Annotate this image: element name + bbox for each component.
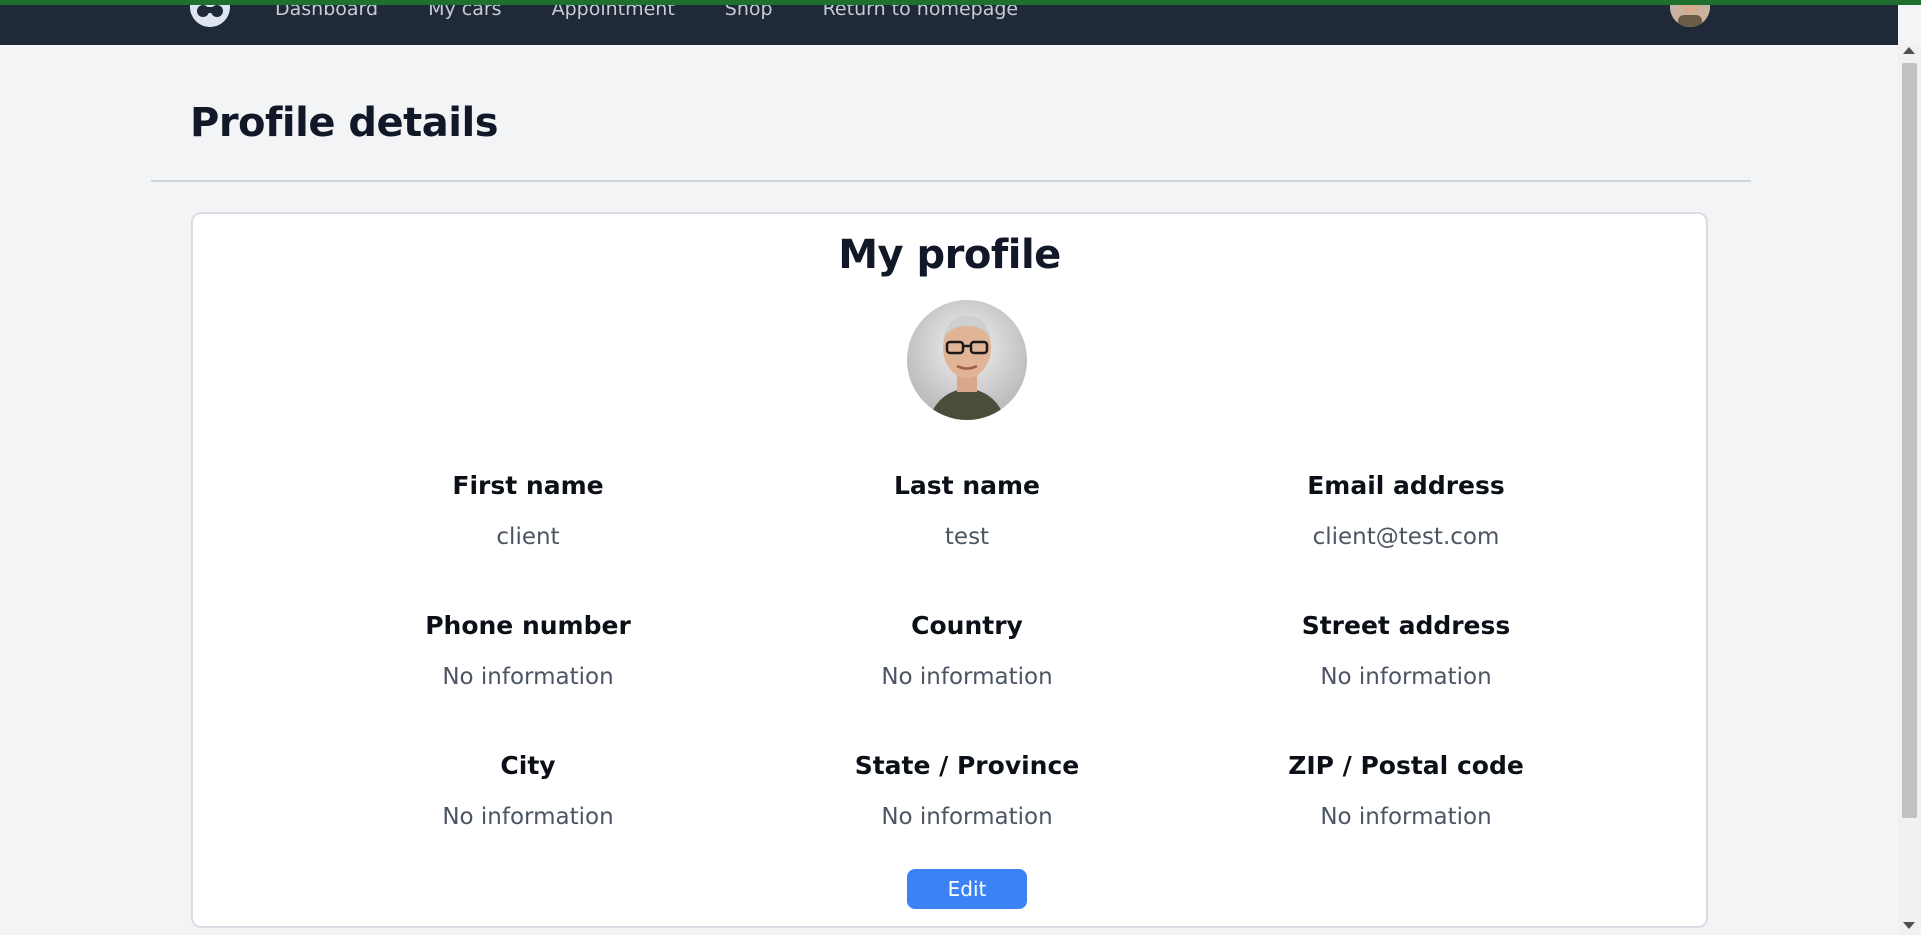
field-state-province: State / Province No information [757,751,1177,830]
field-city: City No information [318,751,738,830]
nav-item-appointment[interactable]: Appointment [552,5,675,20]
page-title: Profile details [190,100,499,146]
field-phone-number: Phone number No information [318,611,738,690]
profile-photo [907,300,1027,420]
field-label: State / Province [854,751,1080,780]
field-value: No information [881,804,1053,830]
field-value: No information [442,664,614,690]
nav-links: Dashboard My cars Appointment Shop Retur… [275,5,1068,20]
field-last-name: Last name test [757,471,1177,550]
field-value: No information [442,804,614,830]
edit-button[interactable]: Edit [907,869,1027,909]
field-street-address: Street address No information [1196,611,1616,690]
field-value: client [496,524,560,550]
vertical-scrollbar[interactable] [1898,45,1921,935]
field-label: Last name [893,471,1040,500]
field-value: No information [1320,804,1492,830]
field-label: ZIP / Postal code [1288,751,1524,780]
title-divider [151,180,1751,182]
field-country: Country No information [757,611,1177,690]
field-value: test [944,524,990,550]
field-email-address: Email address client@test.com [1196,471,1616,550]
field-first-name: First name client [318,471,738,550]
nav-item-shop[interactable]: Shop [725,5,773,20]
field-zip-postal-code: ZIP / Postal code No information [1196,751,1616,830]
field-label: First name [452,471,604,500]
field-label: Phone number [425,611,631,640]
field-value: No information [881,664,1053,690]
nav-item-my-cars[interactable]: My cars [428,5,501,20]
nav-item-dashboard[interactable]: Dashboard [275,5,378,20]
top-navbar: Dashboard My cars Appointment Shop Retur… [0,5,1898,45]
field-label: City [500,751,556,780]
scroll-down-arrow-icon[interactable] [1903,922,1915,929]
field-label: Country [911,611,1023,640]
profile-card: My profile First name client Last name t… [191,212,1708,928]
field-value: No information [1320,664,1492,690]
user-avatar[interactable] [1670,5,1710,27]
field-label: Email address [1307,471,1505,500]
field-label: Street address [1301,611,1511,640]
profile-heading: My profile [838,232,1061,278]
scroll-up-arrow-icon[interactable] [1903,47,1915,54]
scrollbar-thumb[interactable] [1902,63,1917,818]
nav-item-return-homepage[interactable]: Return to homepage [823,5,1019,20]
field-value: client@test.com [1312,524,1500,550]
app-logo-icon[interactable] [190,5,230,27]
